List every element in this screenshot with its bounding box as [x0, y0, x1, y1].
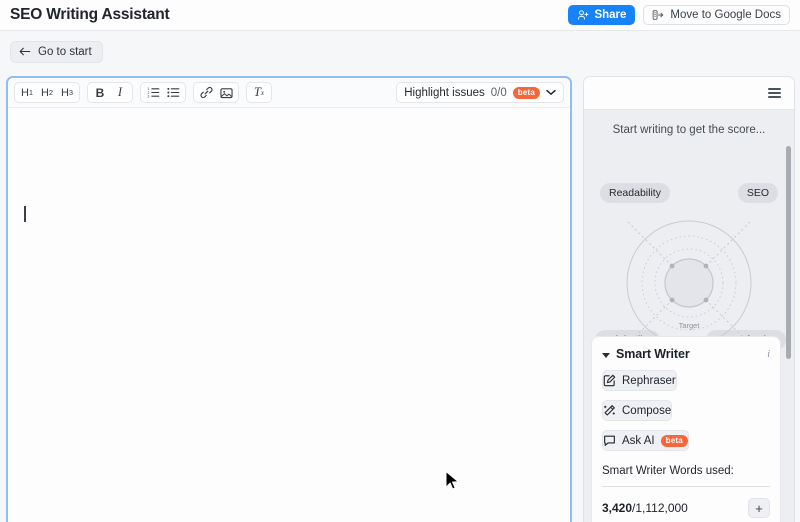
compose-button[interactable]: Compose: [602, 400, 672, 421]
heading-buttons-group: H1 H2 H3: [14, 82, 80, 103]
ordered-list-button[interactable]: 1 2 3: [143, 83, 163, 102]
ordered-list-icon: 1 2 3: [147, 87, 160, 98]
header-actions: Share Move to Google Docs: [568, 5, 790, 25]
clear-formatting-button[interactable]: Tx: [249, 83, 269, 102]
italic-button[interactable]: I: [110, 83, 130, 102]
ask-ai-beta-badge: beta: [661, 435, 688, 447]
highlight-issues-dropdown[interactable]: Highlight issues 0/0 beta: [396, 82, 564, 103]
move-to-google-docs-button[interactable]: Move to Google Docs: [643, 5, 790, 25]
smart-writer-header[interactable]: Smart Writer i: [602, 347, 770, 361]
rephraser-button[interactable]: Rephraser: [602, 370, 677, 391]
go-to-start-label: Go to start: [38, 46, 92, 58]
smart-writer-usage-value: 3,420/1,112,000: [602, 501, 688, 515]
heading-1-sub: 1: [29, 88, 33, 97]
smart-writer-card: Smart Writer i Rephraser: [591, 336, 781, 522]
share-button[interactable]: Share: [568, 5, 635, 25]
heading-3-sub: 3: [69, 88, 73, 97]
link-icon: [200, 86, 213, 99]
chevron-down-icon: [602, 353, 610, 358]
app-header: SEO Writing Assistant Share: [0, 0, 800, 31]
sub-toolbar: Go to start: [0, 31, 800, 72]
smart-writer-title: Smart Writer: [616, 347, 690, 361]
ask-ai-button[interactable]: Ask AI beta: [602, 430, 689, 451]
seo-writing-assistant-app: SEO Writing Assistant Share: [0, 0, 800, 522]
clear-format-group: Tx: [246, 82, 272, 103]
highlight-issues-count: 0/0: [491, 87, 507, 99]
panel-scrollbar[interactable]: [786, 146, 791, 359]
ask-ai-chat-icon: [603, 434, 616, 447]
bold-button[interactable]: B: [90, 83, 110, 102]
highlight-issues-beta-badge: beta: [513, 87, 540, 99]
add-words-button[interactable]: +: [748, 498, 770, 518]
metric-pill-readability[interactable]: Readability: [600, 183, 670, 203]
link-button[interactable]: [196, 83, 216, 102]
highlight-issues-label: Highlight issues: [404, 87, 485, 99]
arrow-left-icon: [19, 46, 31, 57]
move-to-docs-label: Move to Google Docs: [670, 9, 781, 21]
compose-wand-icon: [603, 404, 616, 417]
editor-text-area[interactable]: [8, 108, 570, 522]
move-to-docs-icon: [652, 9, 664, 21]
smart-writer-usage-row: 3,420/1,112,000 +: [602, 498, 770, 518]
heading-1-button[interactable]: H1: [17, 83, 37, 102]
heading-2-sub: 2: [49, 88, 53, 97]
clear-format-sub: x: [261, 88, 264, 97]
image-button[interactable]: [216, 83, 236, 102]
rephraser-label: Rephraser: [622, 375, 676, 387]
radar-target-label: Target: [679, 321, 700, 330]
share-label: Share: [594, 9, 626, 21]
editor-card: H1 H2 H3 B I 1 2 3: [6, 76, 572, 522]
words-used-count: 3,420: [602, 501, 632, 515]
hamburger-menu-icon[interactable]: [765, 85, 784, 101]
insert-group: [193, 82, 239, 103]
go-to-start-button[interactable]: Go to start: [10, 41, 103, 63]
text-style-group: B I: [87, 82, 133, 103]
smart-writer-words-used-label: Smart Writer Words used:: [602, 465, 770, 487]
heading-2-button[interactable]: H2: [37, 83, 57, 102]
ask-ai-label: Ask AI: [622, 435, 655, 447]
score-side-panel: Start writing to get the score... Readab…: [583, 76, 795, 522]
rephraser-pencil-icon: [603, 374, 616, 387]
bullet-list-button[interactable]: [163, 83, 183, 102]
list-group: 1 2 3: [140, 82, 186, 103]
metric-pill-seo[interactable]: SEO: [738, 183, 778, 203]
score-section: Start writing to get the score... Readab…: [584, 110, 794, 365]
page-title: SEO Writing Assistant: [10, 6, 169, 24]
image-icon: [220, 87, 233, 99]
person-plus-icon: [577, 9, 589, 21]
heading-3-button[interactable]: H3: [57, 83, 77, 102]
words-total-count: /1,112,000: [632, 501, 688, 515]
compose-label: Compose: [622, 405, 671, 417]
svg-text:3: 3: [147, 94, 149, 98]
panel-header: [584, 77, 794, 110]
editor-toolbar: H1 H2 H3 B I 1 2 3: [8, 78, 570, 108]
score-hint-text: Start writing to get the score...: [584, 110, 794, 136]
chevron-down-icon: [546, 89, 556, 96]
info-icon[interactable]: i: [767, 349, 770, 360]
text-caret: [24, 206, 26, 222]
bullet-list-icon: [167, 87, 180, 98]
